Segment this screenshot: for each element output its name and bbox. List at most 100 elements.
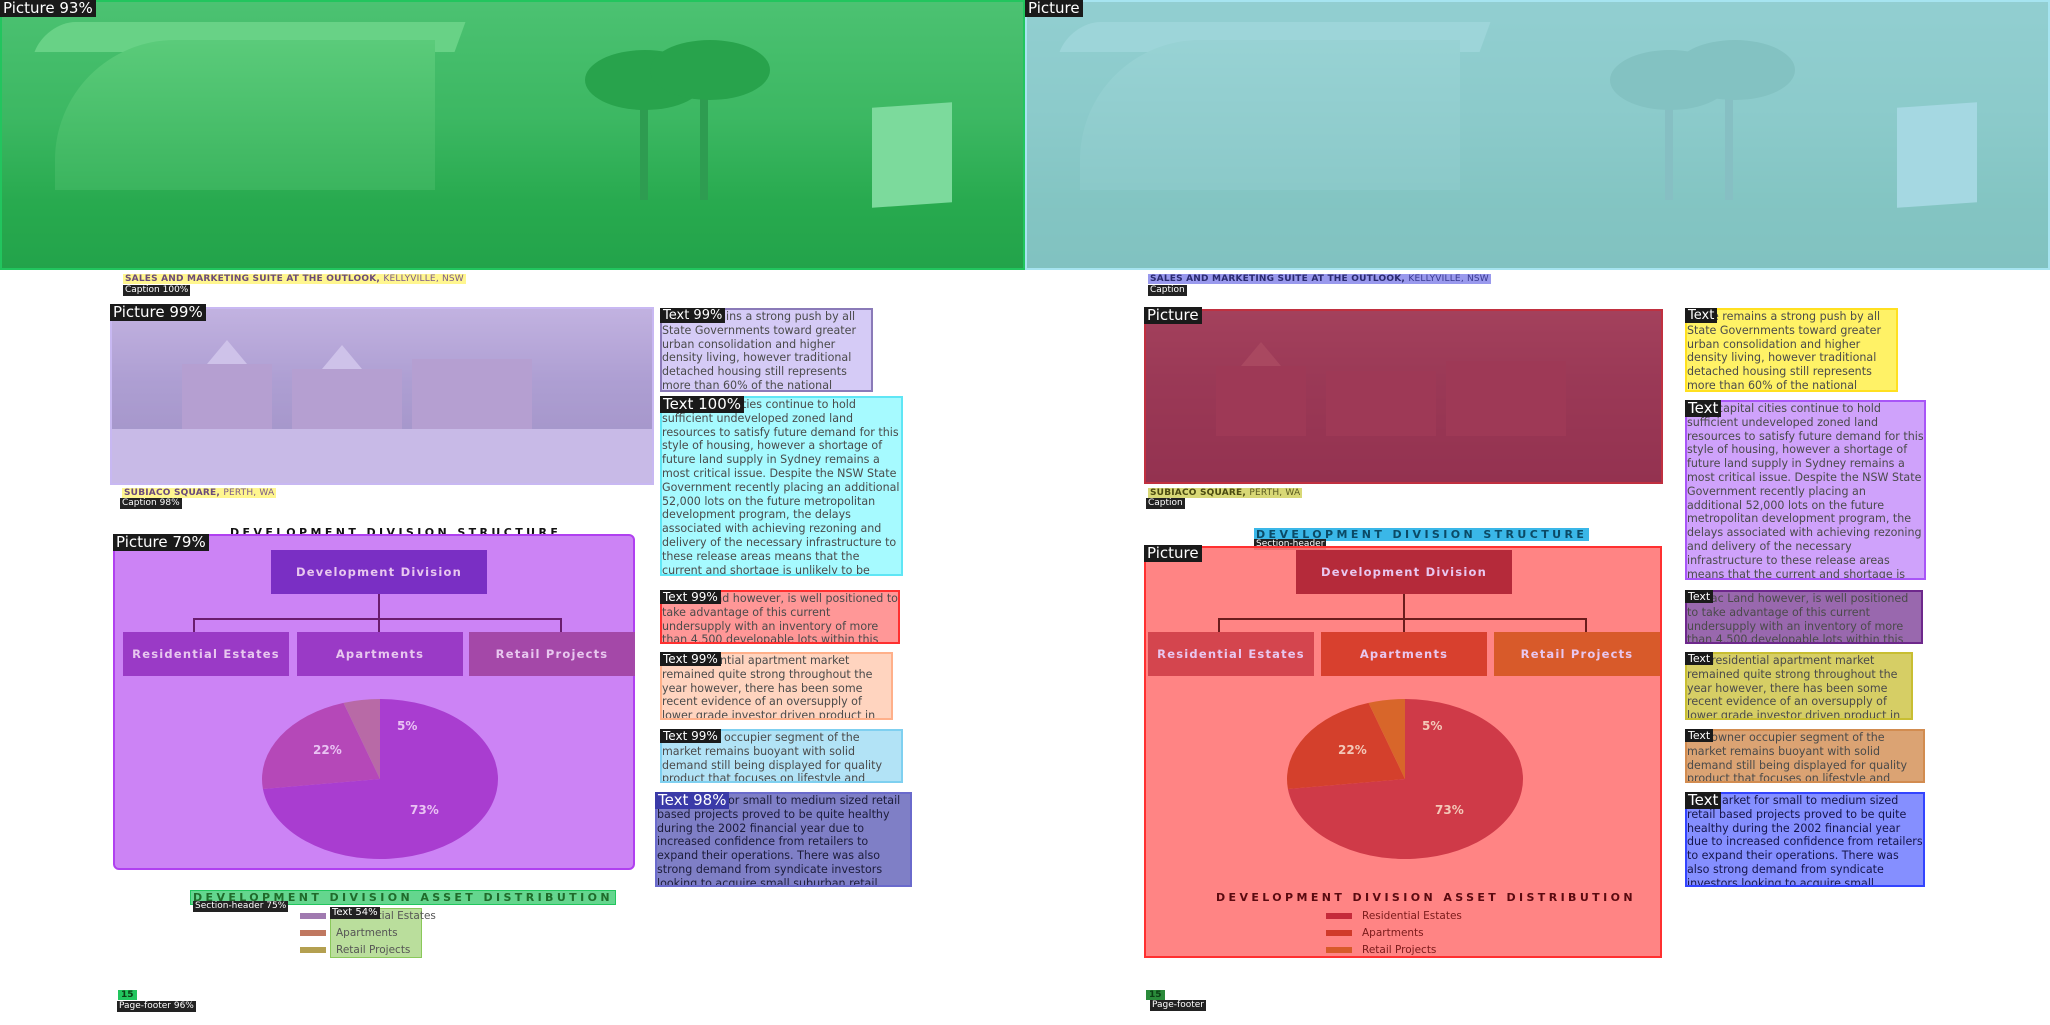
left-caption-subiaco: SUBIACO SQUARE, PERTH, WA	[122, 488, 277, 498]
caption-title: SALES AND MARKETING SUITE AT THE OUTLOOK…	[125, 274, 381, 284]
org-connector	[1218, 618, 1220, 632]
maroon-overlay	[1146, 311, 1661, 482]
left-text-tag-3: Text 99%	[660, 590, 721, 604]
left-chart-area: Development Division Residential Estates…	[113, 534, 635, 870]
legend-swatch	[1326, 930, 1352, 936]
pie-label-73: 73%	[1435, 803, 1464, 817]
left-picture-chart-tag: Picture 79%	[113, 534, 209, 551]
org-child-box: Residential Estates	[123, 632, 289, 676]
right-picture-chart-tag: Picture	[1144, 545, 1202, 562]
org-top-box: Development Division	[271, 550, 487, 594]
text-body: Most capital cities continue to hold suf…	[1687, 402, 1924, 580]
org-connector	[193, 618, 561, 620]
text-body: The residential apartment market remaine…	[1687, 654, 1901, 720]
left-legend-tag: Text 54%	[330, 907, 380, 919]
legend-label: Retail Projects	[336, 944, 411, 956]
caption-location: KELLYVILLE, NSW	[1408, 274, 1489, 284]
pie-slices	[1287, 699, 1523, 859]
left-picture-top-tag: Picture 93%	[0, 0, 96, 17]
left-text-tag-2: Text 100%	[660, 396, 744, 413]
org-child-box: Apartments	[297, 632, 463, 676]
right-text-tag-1: Text	[1685, 308, 1718, 323]
right-caption-outlook: SALES AND MARKETING SUITE AT THE OUTLOOK…	[1148, 274, 1491, 284]
legend-item: Retail Projects	[300, 944, 410, 956]
right-section-title-distribution: DEVELOPMENT DIVISION ASSET DISTRIBUTION	[1216, 891, 1636, 904]
caption-location: PERTH, WA	[223, 488, 275, 498]
right-text-block-3: Mirvac Land however, is well positioned …	[1685, 590, 1923, 644]
legend-label: Retail Projects	[1362, 944, 1437, 956]
org-child-box: Retail Projects	[469, 632, 635, 676]
right-text-tag-3: Text	[1685, 590, 1714, 603]
right-mid-photo	[1144, 309, 1663, 484]
right-picture-top-tag: Picture	[1025, 0, 1083, 17]
left-text-tag-6: Text 98%	[655, 792, 730, 809]
pie-label-73: 73%	[410, 803, 439, 817]
pie-label-5: 5%	[1422, 719, 1442, 733]
legend-swatch	[300, 947, 326, 953]
left-caption2-tag: Caption 98%	[120, 498, 182, 509]
legend-item: Retail Projects	[1326, 944, 1436, 956]
pie-label-22: 22%	[313, 743, 342, 757]
caption-location: PERTH, WA	[1249, 488, 1301, 498]
right-caption2-tag: Caption	[1146, 498, 1185, 509]
org-connector	[193, 618, 195, 632]
text-body: The owner occupier segment of the market…	[1687, 731, 1908, 783]
right-text-block-4: The residential apartment market remaine…	[1685, 652, 1913, 720]
right-chart-area: Development Division Residential Estates…	[1144, 546, 1662, 958]
green-overlay	[0, 0, 1025, 270]
left-section-header2-tag: Section-header 75%	[193, 901, 289, 912]
right-page-footer-tag: Page-footer	[1150, 1000, 1206, 1011]
legend-label: Residential Estates	[1362, 910, 1462, 922]
left-text-block-2: Most capital cities continue to hold suf…	[660, 396, 903, 576]
org-connector	[560, 618, 562, 632]
legend-swatch	[1326, 947, 1352, 953]
pie-label-22: 22%	[1338, 743, 1367, 757]
legend-swatch	[1326, 913, 1352, 919]
lavender-overlay	[112, 309, 652, 483]
org-connector	[1403, 594, 1405, 618]
left-pie-chart: 5% 22% 73%	[262, 699, 498, 859]
caption-title: SALES AND MARKETING SUITE AT THE OUTLOOK…	[1150, 274, 1406, 284]
right-page-footer-number: 15	[1146, 990, 1165, 1000]
caption-title: SUBIACO SQUARE,	[1150, 488, 1246, 498]
right-text-block-5: The owner occupier segment of the market…	[1685, 729, 1925, 783]
org-top-box: Development Division	[1296, 550, 1512, 594]
left-text-tag-4: Text 99%	[660, 652, 721, 666]
right-caption-tag: Caption	[1148, 285, 1187, 296]
org-child-box: Retail Projects	[1494, 632, 1660, 676]
right-text-tag-2: Text	[1685, 400, 1722, 417]
cyan-overlay	[1025, 0, 2050, 270]
text-body: Most capital cities continue to hold suf…	[662, 398, 900, 576]
org-connector	[378, 618, 380, 632]
text-body: The market for small to medium sized ret…	[1687, 794, 1923, 887]
legend-item: Residential Estates	[1326, 910, 1462, 922]
right-text-tag-4: Text	[1685, 652, 1714, 665]
org-child-box: Apartments	[1321, 632, 1487, 676]
right-text-tag-6: Text	[1685, 792, 1722, 809]
caption-title: SUBIACO SQUARE,	[124, 488, 220, 498]
org-connector	[1585, 618, 1587, 632]
right-caption-subiaco: SUBIACO SQUARE, PERTH, WA	[1148, 488, 1303, 498]
legend-label: Apartments	[336, 927, 398, 939]
pie-label-5: 5%	[397, 719, 417, 733]
pie-slices	[262, 699, 498, 859]
org-connector	[1403, 618, 1405, 632]
left-picture-mid-tag: Picture 99%	[110, 304, 206, 321]
legend-label: Apartments	[1362, 927, 1424, 939]
right-pie-chart: 5% 22% 73%	[1287, 699, 1523, 859]
left-mid-photo	[110, 307, 654, 485]
caption-location: KELLYVILLE, NSW	[383, 274, 464, 284]
right-text-tag-5: Text	[1685, 729, 1714, 742]
left-top-photo	[0, 0, 1025, 270]
org-connector	[1218, 618, 1586, 620]
org-child-box: Residential Estates	[1148, 632, 1314, 676]
text-body: Mirvac Land however, is well positioned …	[1687, 592, 1909, 644]
right-text-block-2: Most capital cities continue to hold suf…	[1685, 400, 1926, 580]
right-top-photo	[1025, 0, 2050, 270]
legend-item: Apartments	[1326, 927, 1424, 939]
legend-swatch	[300, 913, 326, 919]
left-text-tag-5: Text 99%	[660, 729, 721, 743]
left-caption-tag: Caption 100%	[123, 285, 191, 296]
org-connector	[378, 594, 380, 618]
right-picture-mid-tag: Picture	[1144, 307, 1202, 324]
